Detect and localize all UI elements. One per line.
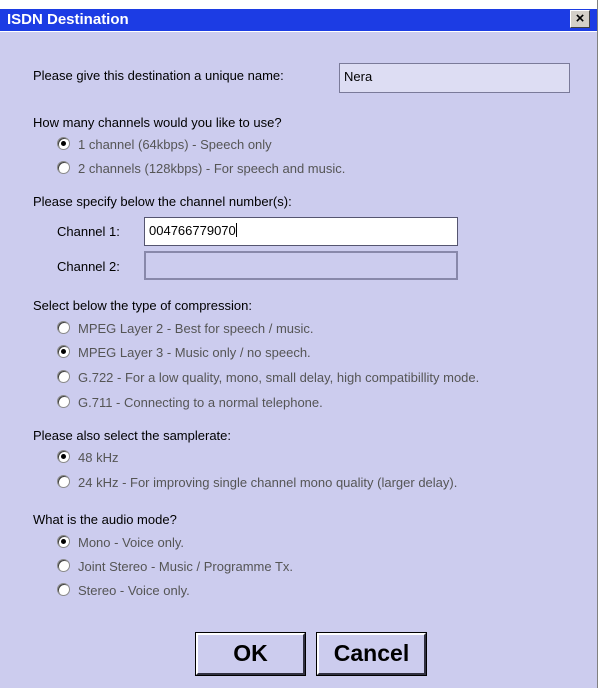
samplerate-question: Please also select the samplerate: [33,428,231,443]
audiomode-question: What is the audio mode? [33,512,177,527]
channels-option-2-label: 2 channels (128kbps) - For speech and mu… [78,161,346,176]
channel1-label: Channel 1: [57,224,120,239]
audiomode-radio-stereo[interactable] [57,583,70,596]
cancel-button[interactable]: Cancel [316,632,427,676]
compression-option-mpeg3-label: MPEG Layer 3 - Music only / no speech. [78,345,311,360]
audiomode-option-mono-label: Mono - Voice only. [78,535,184,550]
name-prompt: Please give this destination a unique na… [33,68,284,83]
channels-question: How many channels would you like to use? [33,115,282,130]
destination-name-input[interactable]: Nera [339,63,570,93]
isdn-destination-dialog: ISDN Destination × Please give this dest… [0,0,598,688]
channels-radio-1[interactable] [57,137,70,150]
compression-option-g711-label: G.711 - Connecting to a normal telephone… [78,395,323,410]
channel2-input[interactable] [144,251,458,280]
compression-radio-mpeg3[interactable] [57,345,70,358]
channel1-input[interactable]: 004766779070 [144,217,458,246]
text-caret [235,223,237,237]
samplerate-radio-48[interactable] [57,450,70,463]
channel2-label: Channel 2: [57,259,120,274]
channels-option-1-label: 1 channel (64kbps) - Speech only [78,137,272,152]
audiomode-radio-joint-stereo[interactable] [57,559,70,572]
title-bar: ISDN Destination × [0,0,597,32]
audiomode-option-joint-stereo-label: Joint Stereo - Music / Programme Tx. [78,559,294,574]
channel-numbers-instruction: Please specify below the channel number(… [33,194,292,209]
samplerate-option-24-label: 24 kHz - For improving single channel mo… [78,475,458,490]
compression-option-g722-label: G.722 - For a low quality, mono, small d… [78,370,480,385]
compression-option-mpeg2-label: MPEG Layer 2 - Best for speech / music. [78,321,314,336]
window-title: ISDN Destination [7,11,129,28]
close-icon[interactable]: × [570,10,590,28]
compression-radio-g722[interactable] [57,370,70,383]
audiomode-option-stereo-label: Stereo - Voice only. [78,583,190,598]
channels-radio-2[interactable] [57,161,70,174]
ok-button[interactable]: OK [195,632,306,676]
compression-radio-g711[interactable] [57,395,70,408]
compression-radio-mpeg2[interactable] [57,321,70,334]
channel1-value: 004766779070 [149,223,236,238]
compression-question: Select below the type of compression: [33,298,252,313]
samplerate-radio-24[interactable] [57,475,70,488]
samplerate-option-48-label: 48 kHz [78,450,119,465]
audiomode-radio-mono[interactable] [57,535,70,548]
